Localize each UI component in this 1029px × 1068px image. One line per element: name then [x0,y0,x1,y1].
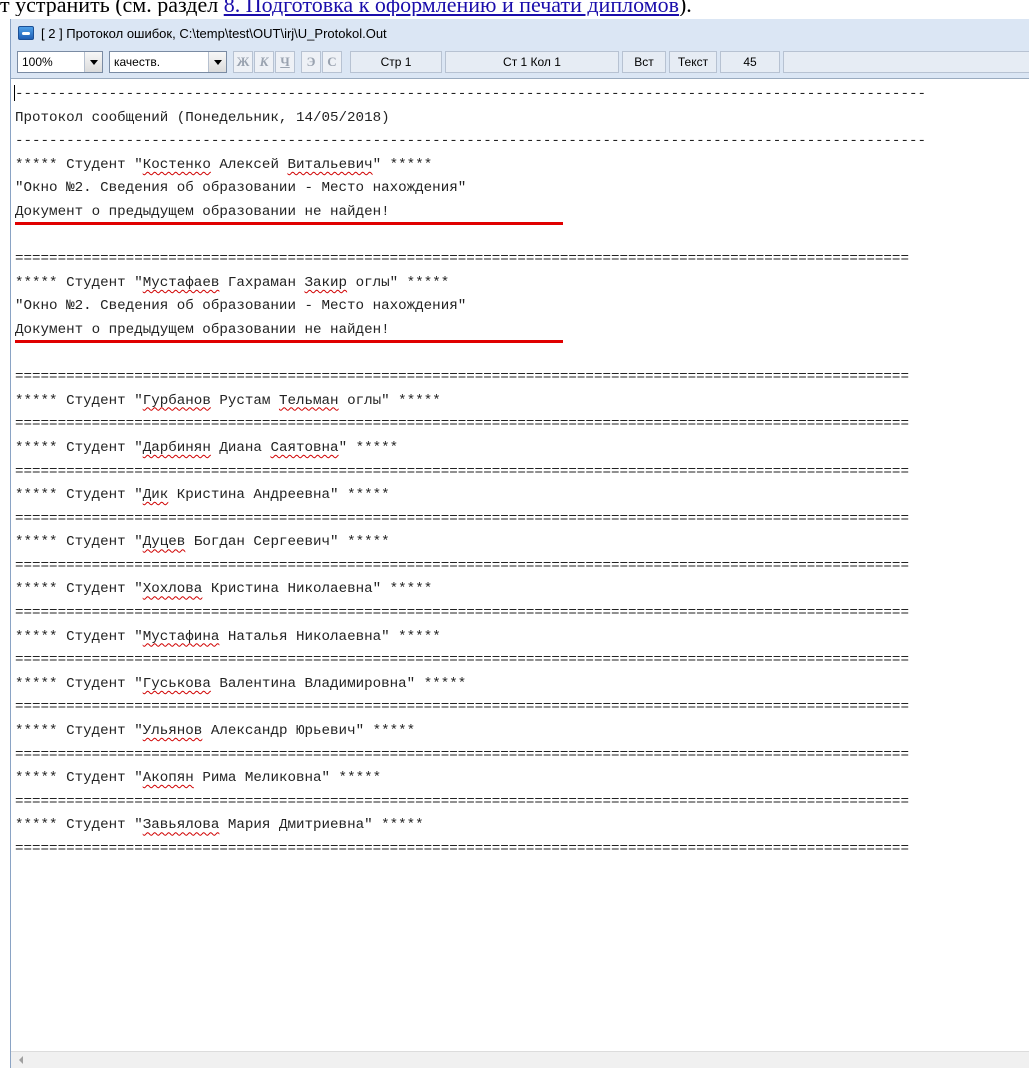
student-name: Дарбинян Диана Саятовна [142,439,339,456]
document-text-prefix: т устранить (см. раздел [0,0,224,16]
cursor-position: Ст 1 Кол 1 [445,51,619,73]
log-editor[interactable]: ----------------------------------------… [11,78,1029,1068]
zoom-value: 100% [22,55,53,69]
separator-line: ========================================… [15,510,909,527]
count-indicator: 45 [720,51,780,73]
window-title: [ 2 ] Протокол ошибок, C:\temp\test\OUT\… [41,25,387,41]
student-name: Гуськова Валентина Владимировна [142,675,407,692]
student-line: ***** Студент "Костенко Алексей Витальев… [15,156,433,173]
italic-button[interactable]: К [254,51,274,73]
separator-line: ========================================… [15,557,909,574]
superscript-button[interactable]: Э [301,51,321,73]
separator-line: ========================================… [15,605,909,622]
insert-mode-indicator: Вст [622,51,666,73]
window-reference: "Окно №2. Сведения об образовании - Мест… [15,180,467,197]
student-line: ***** Студент "Дик Кристина Андреевна" *… [15,487,390,504]
document-text-suffix: ). [678,0,692,16]
document-section-link[interactable]: 8. Подготовка к оформлению и печати дипл… [224,0,679,16]
student-name: Завьялова Мария Дмитриевна [142,817,365,834]
student-name: Акопян Рима Меликовна [142,770,322,787]
bold-button[interactable]: Ж [233,51,253,73]
student-name: Хохлова Кристина Николаевна [142,581,373,598]
status-spacer [783,51,1029,73]
student-name: Костенко Алексей Витальевич [142,156,373,173]
toolbar: 100% качеств. Ж К Ч Э С Стр 1 Ст 1 Кол 1… [11,47,1029,77]
chevron-down-icon[interactable] [84,52,102,72]
separator-line: ========================================… [15,251,909,268]
student-line: ***** Студент "Дуцев Богдан Сергеевич" *… [15,534,390,551]
student-line: ***** Студент "Завьялова Мария Дмитриевн… [15,817,424,834]
separator-line: ========================================… [15,652,909,669]
student-line: ***** Студент "Гуськова Валентина Владим… [15,675,467,692]
text-mode-indicator: Текст [669,51,717,73]
underline-button[interactable]: Ч [275,51,295,73]
error-message: Документ о предыдущем образовании не най… [15,319,1025,343]
subscript-button[interactable]: С [322,51,342,73]
student-name: Гурбанов Рустам Тельман оглы [142,392,382,409]
app-icon [18,26,34,40]
separator-line: ========================================… [15,699,909,716]
window-reference: "Окно №2. Сведения об образовании - Мест… [15,298,467,315]
protocol-window: [ 2 ] Протокол ошибок, C:\temp\test\OUT\… [10,19,1029,1068]
log-header: Протокол сообщений (Понедельник, 14/05/2… [15,109,390,126]
student-name: Мустафаев Гахраман Закир оглы [142,274,390,291]
student-line: ***** Студент "Хохлова Кристина Николаев… [15,581,433,598]
student-line: ***** Студент "Мустафаев Гахраман Закир … [15,274,450,291]
chevron-down-icon[interactable] [208,52,226,72]
document-text-line: т устранить (см. раздел 8. Подготовка к … [0,0,1029,16]
error-message: Документ о предыдущем образовании не най… [15,201,1025,225]
student-name: Ульянов Александр Юрьевич [142,723,356,740]
zoom-select[interactable]: 100% [17,51,103,73]
student-name: Дуцев Богдан Сергеевич [142,534,331,551]
horizontal-scrollbar[interactable] [11,1051,1029,1068]
student-line: ***** Студент "Ульянов Александр Юрьевич… [15,723,416,740]
separator-line: ----------------------------------------… [15,86,926,102]
student-line: ***** Студент "Гурбанов Рустам Тельман о… [15,392,441,409]
separator-line: ========================================… [15,463,909,480]
log-text: ----------------------------------------… [15,83,1025,862]
page-indicator: Стр 1 [350,51,442,73]
window-titlebar[interactable]: [ 2 ] Протокол ошибок, C:\temp\test\OUT\… [11,19,1029,47]
separator-line: ----------------------------------------… [15,133,926,150]
quality-select[interactable]: качеств. [109,51,227,73]
scroll-left-icon[interactable] [13,1053,28,1067]
separator-line: ========================================… [15,416,909,433]
separator-line: ========================================… [15,841,909,857]
student-line: ***** Студент "Дарбинян Диана Саятовна" … [15,439,399,456]
separator-line: ========================================… [15,369,909,386]
separator-line: ========================================… [15,793,909,810]
student-line: ***** Студент "Акопян Рима Меликовна" **… [15,770,382,787]
separator-line: ========================================… [15,746,909,763]
student-name: Мустафина Наталья Николаевна [142,628,382,645]
student-line: ***** Студент "Мустафина Наталья Николае… [15,628,441,645]
quality-value: качеств. [114,55,161,69]
student-name: Дик Кристина Андреевна [142,487,331,504]
